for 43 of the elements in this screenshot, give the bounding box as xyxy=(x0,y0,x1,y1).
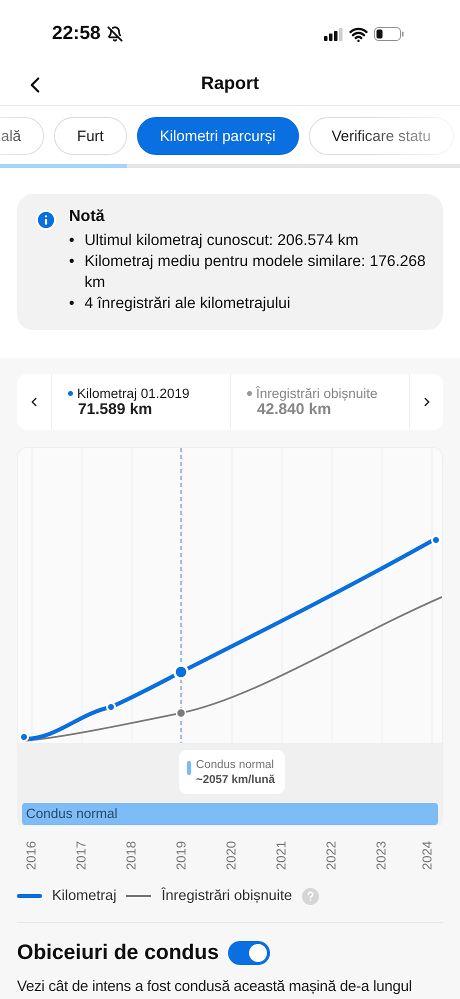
data-point xyxy=(106,702,116,712)
legend-label: Înregistrări obișnuite xyxy=(161,888,292,904)
year-label: 2024 xyxy=(420,840,434,872)
year-label: 2022 xyxy=(324,840,338,872)
info-icon xyxy=(35,209,57,231)
category-tab[interactable]: Kilometri parcurși xyxy=(136,117,299,155)
section-title: Obiceiuri de condus xyxy=(17,941,219,965)
status-time: 22:58 xyxy=(52,23,101,45)
year-label: 2018 xyxy=(124,840,138,872)
note-item: 4 înregistrări ale kilometrajului xyxy=(84,294,290,314)
help-icon[interactable] xyxy=(302,888,320,904)
reading-label: Kilometraj 01.2019 xyxy=(68,386,230,400)
tooltip-value: ~2057 km/lună xyxy=(196,774,275,786)
bullet: • xyxy=(69,294,74,314)
year-label: 2019 xyxy=(174,840,188,872)
year-label: 2021 xyxy=(274,840,288,872)
driving-habits-switch[interactable] xyxy=(228,941,270,965)
tooltip-label: Condus normal xyxy=(196,759,275,771)
bullet: • xyxy=(69,231,74,251)
category-tab[interactable]: ală xyxy=(0,117,44,155)
signal-icon xyxy=(324,28,343,40)
year-label: 2020 xyxy=(224,840,238,872)
reading-value: 71.589 km xyxy=(78,400,154,418)
driving-band: Condus normal xyxy=(22,803,438,825)
section-description: Vezi cât de intens a fost condusă această mașină de-a lungul xyxy=(17,978,412,996)
note-item: Ultimul kilometraj cunoscut: 206.574 km xyxy=(84,231,358,251)
data-point xyxy=(173,664,189,680)
data-point xyxy=(176,708,186,718)
silent-bell-icon xyxy=(106,26,123,42)
battery-icon xyxy=(374,27,404,41)
year-label: 2023 xyxy=(374,840,388,872)
legend-line-icon xyxy=(126,895,152,897)
category-tab[interactable]: Verificare statu xyxy=(308,117,454,155)
category-tab[interactable]: Furt xyxy=(54,117,127,155)
bullet: • xyxy=(69,252,74,272)
page-title: Raport xyxy=(201,73,259,94)
note-item: Kilometraj mediu pentru modele similare: 176.268 km xyxy=(84,252,427,293)
year-label: 2017 xyxy=(74,840,88,872)
reading-label: Înregistrări obișnuite xyxy=(247,386,409,400)
note-title: Notă xyxy=(69,208,106,226)
year-label: 2016 xyxy=(24,840,38,872)
reading-value: 42.840 km xyxy=(257,400,332,418)
legend-label: Kilometraj xyxy=(52,888,116,904)
